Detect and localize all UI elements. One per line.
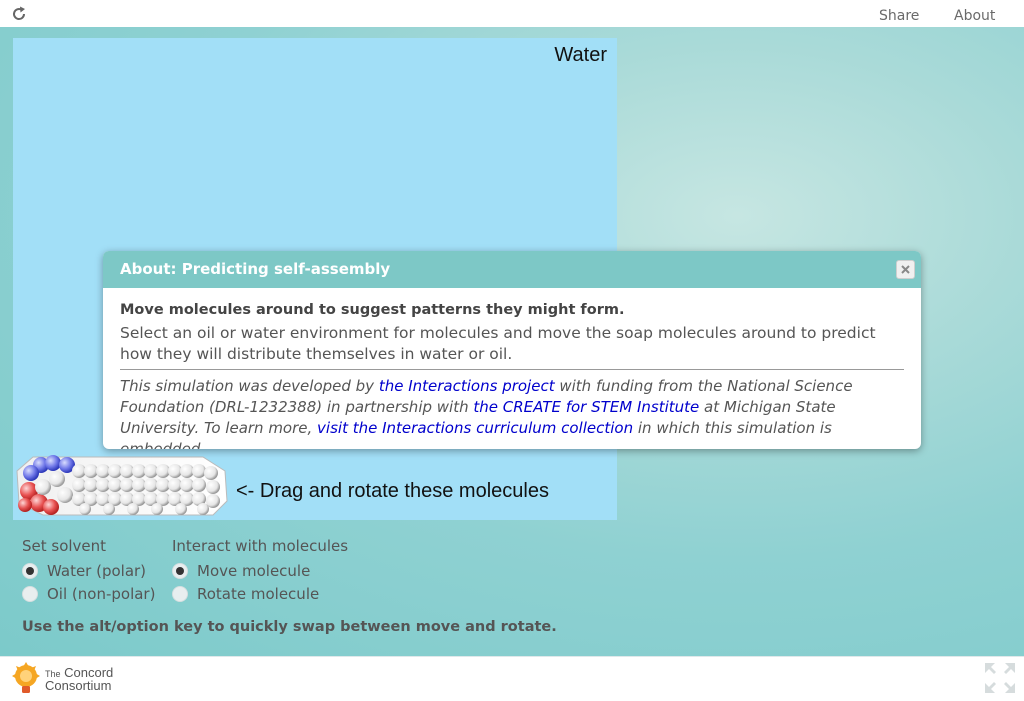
soap-molecule[interactable]: [13, 449, 233, 521]
about-dialog: About: Predicting self-assembly Move mol…: [103, 251, 921, 449]
radio-rotate-label[interactable]: Rotate molecule: [197, 585, 319, 603]
footer: The Concord Consortium: [0, 656, 1024, 701]
reload-icon[interactable]: [10, 5, 28, 23]
interactions-project-link[interactable]: the Interactions project: [379, 377, 555, 395]
divider: [120, 369, 904, 370]
logo-consortium-text: Consortium: [45, 677, 112, 693]
interaction-heading: Interact with molecules: [172, 537, 349, 555]
radio-move-label[interactable]: Move molecule: [197, 562, 310, 580]
keyboard-hint: Use the alt/option key to quickly swap b…: [22, 619, 557, 635]
logo-the-text: The: [45, 668, 61, 679]
share-link[interactable]: Share: [879, 8, 919, 24]
dialog-lead: Move molecules around to suggest pattern…: [120, 302, 625, 318]
dialog-body: Move molecules around to suggest pattern…: [103, 288, 921, 449]
radio-oil-button[interactable]: [22, 585, 38, 602]
about-link[interactable]: About: [954, 8, 995, 24]
radio-rotate[interactable]: Rotate molecule: [172, 582, 348, 605]
lightbulb-icon: [12, 662, 40, 693]
top-bar: Share About: [0, 0, 1024, 28]
radio-oil-label[interactable]: Oil (non-polar): [47, 585, 155, 603]
dialog-header: About: Predicting self-assembly: [103, 251, 921, 288]
radio-water-button[interactable]: [22, 562, 38, 579]
dialog-description: Select an oil or water environment for m…: [120, 324, 876, 363]
solvent-control-group: Set solvent Water (polar) Oil (non-polar…: [22, 537, 155, 605]
dialog-title: About: Predicting self-assembly: [120, 260, 391, 278]
credit-text-1: This simulation was developed by: [120, 377, 379, 395]
radio-oil[interactable]: Oil (non-polar): [22, 582, 155, 605]
fullscreen-icon[interactable]: [984, 662, 1016, 694]
solvent-title: Water: [554, 44, 607, 66]
interaction-control-group: Interact with molecules Move molecule Ro…: [172, 537, 348, 605]
radio-water-label[interactable]: Water (polar): [47, 562, 146, 580]
radio-water[interactable]: Water (polar): [22, 559, 155, 582]
create-for-stem-link[interactable]: the CREATE for STEM Institute: [473, 398, 699, 416]
drag-hint-label: <- Drag and rotate these molecules: [236, 480, 549, 502]
concord-logo[interactable]: The Concord Consortium: [11, 661, 113, 697]
radio-rotate-button[interactable]: [172, 585, 188, 602]
radio-move-button[interactable]: [172, 562, 188, 579]
close-icon: [901, 265, 910, 274]
dialog-credit: This simulation was developed by the Int…: [120, 376, 904, 449]
solvent-heading: Set solvent: [22, 537, 107, 555]
radio-move[interactable]: Move molecule: [172, 559, 348, 582]
close-button[interactable]: [896, 260, 915, 279]
curriculum-collection-link[interactable]: visit the Interactions curriculum collec…: [317, 419, 633, 437]
